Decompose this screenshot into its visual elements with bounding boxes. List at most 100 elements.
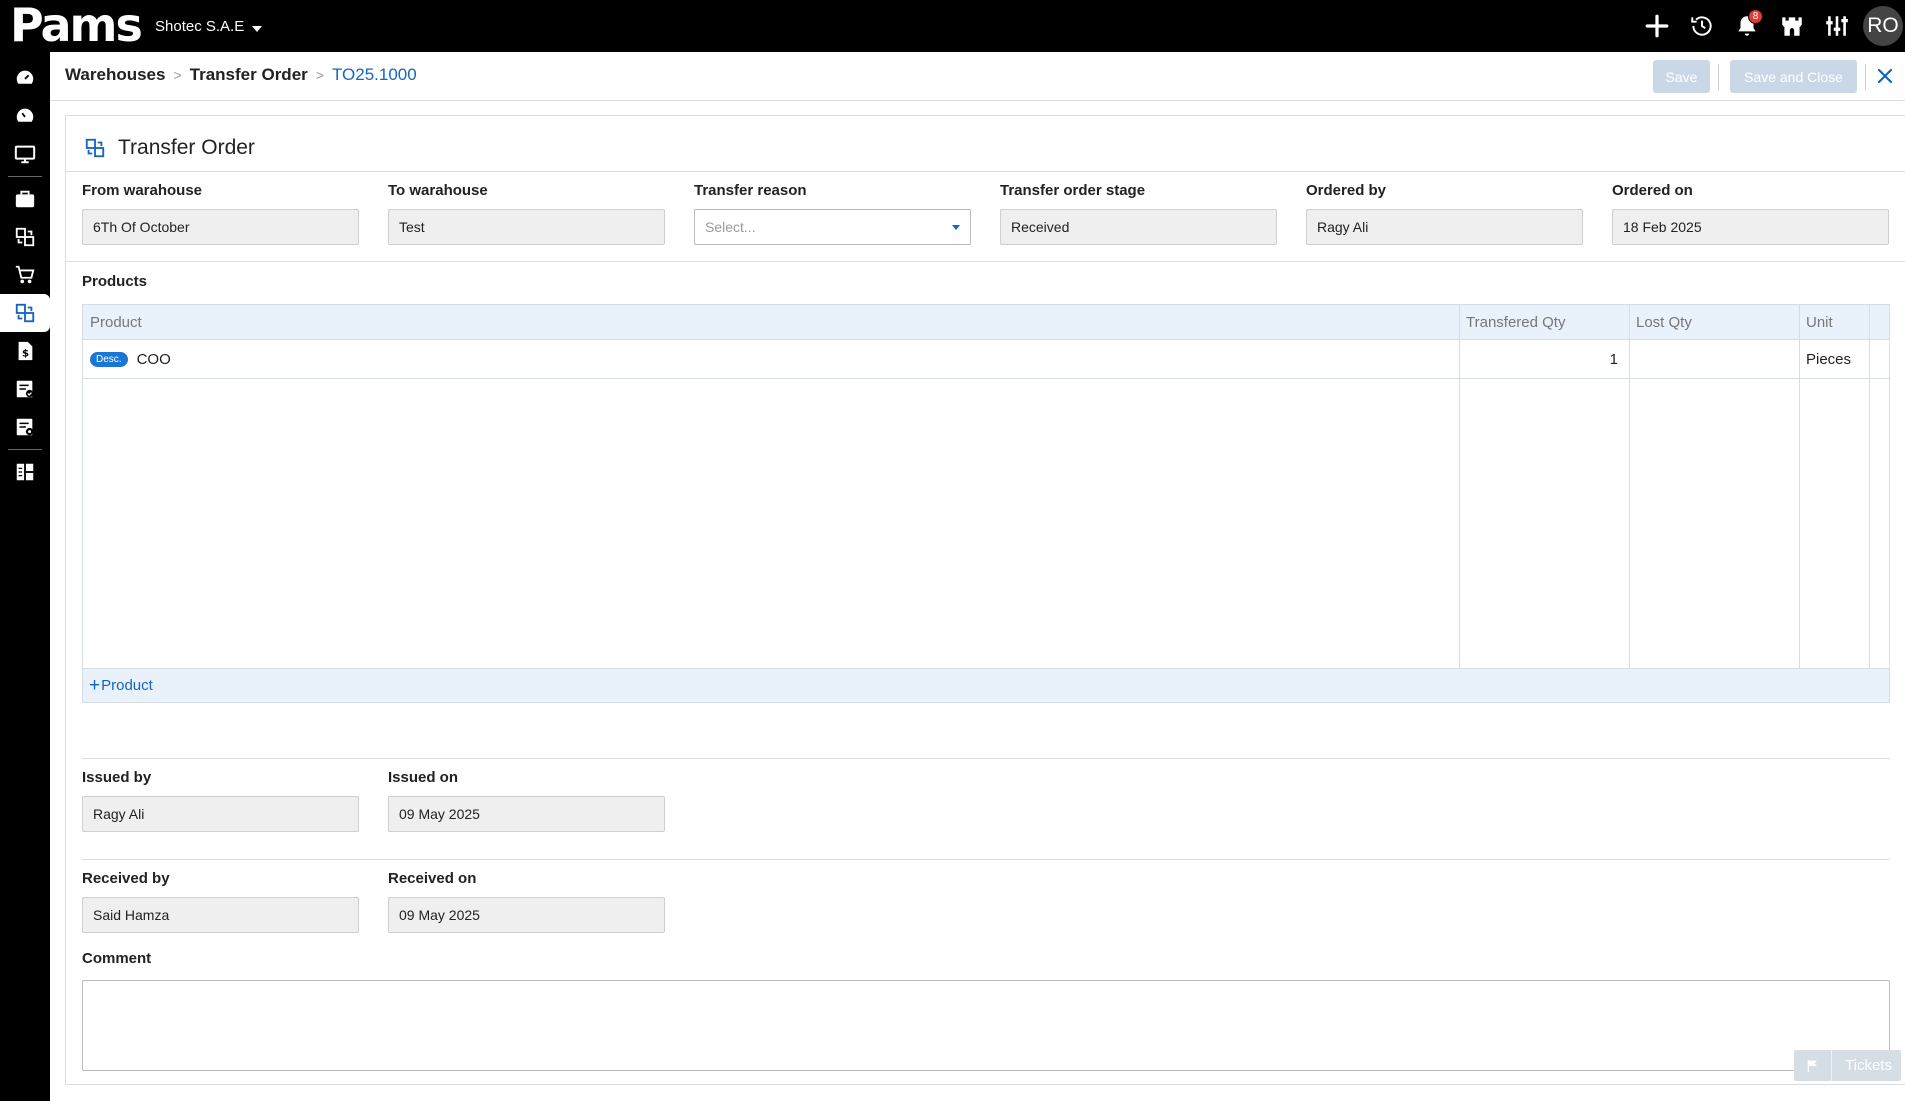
field-label: To warahouse [388, 182, 488, 199]
divider [82, 859, 1890, 860]
chevron-down-icon [952, 224, 960, 230]
history-icon[interactable] [1679, 0, 1724, 52]
flag-icon [1794, 1050, 1832, 1081]
column-header-transfered-qty[interactable]: Transfered Qty [1459, 305, 1629, 340]
app-logo[interactable]: Pams [10, 0, 143, 52]
issued-by-input[interactable]: Ragy Ali [82, 796, 359, 832]
save-and-close-button[interactable]: Save and Close [1730, 60, 1857, 93]
toolbar-divider [1718, 64, 1719, 90]
chevron-down-icon [252, 25, 263, 32]
user-avatar[interactable]: RO [1863, 6, 1903, 46]
received-on-input[interactable]: 09 May 2025 [388, 897, 665, 933]
transfer-reason-select[interactable]: Select... [694, 209, 971, 245]
breadcrumb-warehouses[interactable]: Warehouses [65, 65, 165, 85]
grid-icon [16, 463, 34, 481]
to-warehouse-input[interactable]: Test [388, 209, 665, 245]
unit-cell[interactable]: Pieces [1806, 340, 1869, 378]
chevron-right-icon: > [173, 67, 182, 83]
transfer-stage-field: Transfer order stage Received [1000, 182, 1277, 245]
castle-icon[interactable] [1769, 0, 1814, 52]
top-actions: 8 RO [1634, 0, 1905, 52]
top-bar: Pams Shotec S.A.E 8 RO [0, 0, 1905, 52]
warehouse-transfer-icon [85, 138, 105, 158]
column-header-lost-qty[interactable]: Lost Qty [1629, 305, 1799, 340]
desc-badge[interactable]: Desc. [90, 351, 128, 367]
sidebar-item-grid[interactable] [0, 453, 50, 491]
invoice-dollar-icon: $ [18, 341, 33, 361]
ordered-by-input[interactable]: Ragy Ali [1306, 209, 1583, 245]
comment-textarea[interactable] [82, 980, 1890, 1071]
sidebar-item-dashboard-alt[interactable] [0, 97, 50, 135]
sidebar-item-monitor[interactable] [0, 135, 50, 173]
lost-qty-cell[interactable] [1629, 340, 1799, 378]
dashboard-alt-icon [16, 108, 34, 122]
column-header-unit[interactable]: Unit [1799, 305, 1869, 340]
sidebar-item-briefcase[interactable] [0, 180, 50, 218]
sidebar-item-cart[interactable] [0, 256, 50, 294]
page-header: Warehouses > Transfer Order > TO25.1000 … [50, 52, 1905, 101]
transfer-order-panel: Transfer Order From warahouse 6Th Of Oct… [65, 115, 1905, 1085]
column-header-product[interactable]: Product [83, 305, 1459, 340]
issued-on-field: Issued on 09 May 2025 [388, 769, 665, 832]
transfer-icon [15, 227, 35, 247]
sidebar-item-invoice[interactable]: $ [0, 332, 50, 370]
dashboard-icon [16, 70, 34, 84]
page-title: Transfer Order [118, 136, 255, 159]
issued-by-field: Issued by Ragy Ali [82, 769, 359, 832]
sidebar-item-checklist[interactable] [0, 370, 50, 408]
field-label: Issued on [388, 769, 459, 786]
ordered-by-field: Ordered by Ragy Ali [1306, 182, 1583, 245]
breadcrumb-transfer-order[interactable]: Transfer Order [190, 65, 308, 85]
products-table-header: Product Transfered Qty Lost Qty Unit [83, 305, 1889, 340]
field-label: From warahouse [82, 182, 203, 199]
sidebar-divider [8, 176, 42, 177]
plus-icon[interactable] [1634, 0, 1679, 52]
tickets-label: Tickets [1845, 1057, 1892, 1074]
bell-icon[interactable]: 8 [1724, 0, 1769, 52]
ordered-on-input[interactable]: 18 Feb 2025 [1612, 209, 1889, 245]
sidebar-item-dashboard[interactable] [0, 59, 50, 97]
product-cell[interactable]: Desc. COO [90, 340, 1450, 378]
products-table: Product Transfered Qty Lost Qty Unit Des… [82, 304, 1890, 703]
transfer-stage-input[interactable]: Received [1000, 209, 1277, 245]
sidebar: $ [0, 52, 50, 1101]
breadcrumb-current: TO25.1000 [331, 65, 417, 84]
monitor-icon [14, 145, 36, 164]
chevron-right-icon: > [315, 67, 324, 83]
panel-title: Transfer Order [84, 136, 255, 160]
received-by-field: Received by Said Hamza [82, 870, 359, 933]
save-button[interactable]: Save [1653, 60, 1710, 93]
notification-badge: 8 [1748, 9, 1763, 24]
comment-label: Comment [82, 950, 152, 967]
checklist-icon [16, 380, 34, 398]
ordered-on-field: Ordered on 18 Feb 2025 [1612, 182, 1889, 245]
received-by-input[interactable]: Said Hamza [82, 897, 359, 933]
field-label: Issued by [82, 769, 152, 786]
cart-icon [15, 265, 35, 284]
issued-on-input[interactable]: 09 May 2025 [388, 796, 665, 832]
sliders-icon[interactable] [1814, 0, 1859, 52]
product-name: COO [136, 350, 171, 368]
briefcase-icon [15, 190, 35, 208]
transfer-reason-field: Transfer reason Select... [694, 182, 971, 245]
table-row[interactable]: Desc. COO 1 Pieces [83, 340, 1889, 379]
sidebar-divider [8, 449, 42, 450]
breadcrumb: Warehouses > Transfer Order > TO25.1000 [65, 65, 417, 85]
add-product-button[interactable]: + Product [83, 668, 1889, 702]
field-label: Transfer order stage [1000, 182, 1146, 199]
close-icon[interactable] [1873, 64, 1897, 88]
transfered-qty-cell[interactable]: 1 [1459, 340, 1629, 378]
select-placeholder: Select... [705, 219, 756, 235]
sidebar-item-warehouse-transfer[interactable] [0, 294, 50, 332]
sidebar-item-settings-list[interactable] [0, 408, 50, 446]
to-warehouse-field: To warahouse Test [388, 182, 665, 245]
tickets-button[interactable]: Tickets [1794, 1050, 1901, 1081]
divider [66, 171, 1905, 172]
toolbar-divider [1865, 64, 1866, 90]
from-warehouse-field: From warahouse 6Th Of October [82, 182, 359, 245]
sidebar-item-transfer[interactable] [0, 218, 50, 256]
field-label: Ordered on [1612, 182, 1693, 199]
company-selector[interactable]: Shotec S.A.E [155, 18, 263, 35]
field-label: Received by [82, 870, 170, 887]
from-warehouse-input[interactable]: 6Th Of October [82, 209, 359, 245]
